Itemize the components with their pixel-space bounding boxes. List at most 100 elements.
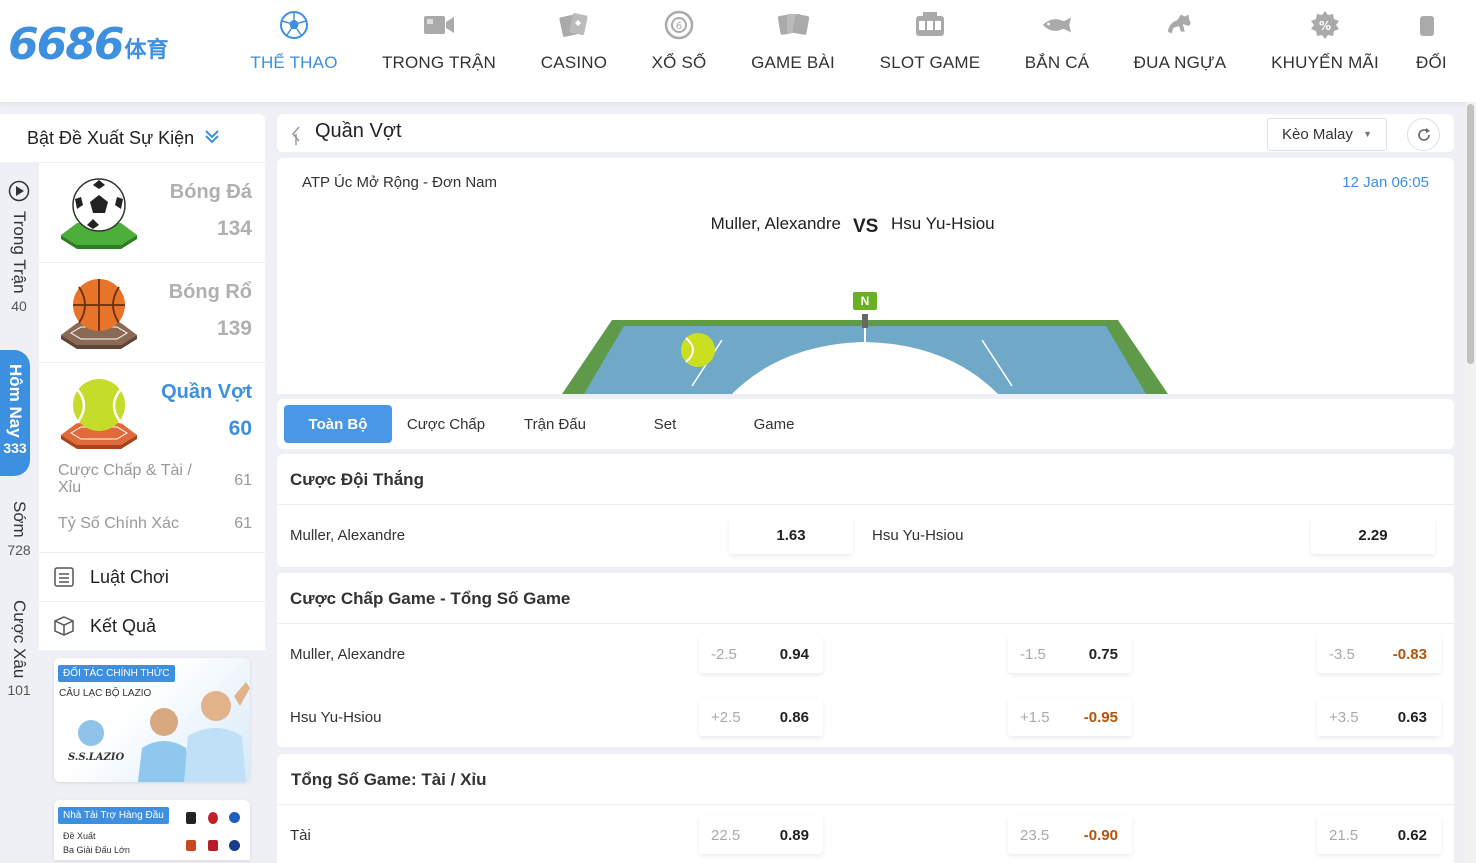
nav-label: XỔ SỐ (651, 53, 707, 72)
sport-item-quan-vot[interactable]: Quần Vợt 60 (39, 363, 265, 462)
rail-label: Hôm Nay (6, 364, 25, 438)
suggest-label: Bật Đề Xuất Sự Kiện (27, 127, 195, 148)
nav-label: THỂ THAO (250, 53, 338, 72)
nav-khuyen-mai[interactable]: % KHUYẾN MÃI (1248, 0, 1402, 102)
sport-count: 134 (216, 217, 252, 240)
document-icon (52, 565, 76, 589)
club-crest-icon (229, 840, 240, 851)
odds-button[interactable]: 23.5 -0.90 (1008, 816, 1132, 854)
odds-button[interactable]: 2.29 (1311, 516, 1435, 554)
odd-value: -0.95 (1083, 708, 1118, 726)
odds-button[interactable]: 21.5 0.62 (1317, 816, 1441, 854)
rail-item-early[interactable]: Sớm 728 (0, 501, 38, 558)
odd-value: 2.29 (1358, 526, 1388, 544)
rail-item-parlay[interactable]: Cược Xâu 101 (0, 600, 38, 698)
sponsor-banner[interactable]: Nhà Tài Trợ Hàng Đầu Đề Xuất Ba Giải Đấu… (54, 800, 250, 860)
sport-title-bar: Quần Vợt Kèo Malay ▼ (277, 114, 1454, 152)
soccer-ball-icon (57, 173, 141, 251)
divider (277, 804, 1454, 805)
nav-dua-ngua[interactable]: ĐUA NGỰA (1112, 0, 1248, 102)
odds-button[interactable]: 22.5 0.89 (699, 816, 823, 854)
odds-button[interactable]: 1.63 (729, 516, 853, 554)
rail-item-today[interactable]: Hôm Nay 333 (0, 350, 30, 476)
tab-handicap[interactable]: Cược Chấp (399, 405, 493, 443)
odds-button[interactable]: -3.5 -0.83 (1317, 635, 1441, 673)
tab-set[interactable]: Set (637, 405, 693, 443)
odd-value: 0.94 (779, 645, 809, 663)
double-chevron-down-icon (204, 128, 220, 149)
odd-value: -0.90 (1083, 826, 1118, 844)
nav-label: ĐUA NGỰA (1133, 53, 1227, 72)
odds-button[interactable]: +3.5 0.63 (1317, 698, 1441, 736)
sponsor-line1: Đề Xuất (63, 831, 96, 841)
market-title: Cược Chấp Game - Tổng Số Game (290, 589, 571, 608)
lazio-logo-text: S.S.LAZIO (68, 752, 125, 763)
odd-line: +1.5 (1020, 708, 1050, 726)
subitem-label: Tỷ Số Chính Xác (58, 515, 179, 532)
odds-type-select[interactable]: Kèo Malay ▼ (1267, 118, 1387, 151)
caret-down-icon: ▼ (1363, 129, 1372, 139)
suggest-events-toggle[interactable]: Bật Đề Xuất Sự Kiện (0, 114, 265, 162)
sport-item-bong-da[interactable]: Bóng Đá 134 (39, 163, 265, 262)
nav-label: GAME BÀI (751, 53, 835, 72)
sport-item-bong-ro[interactable]: Bóng Rổ 139 (39, 263, 265, 362)
odds-button[interactable]: +1.5 -0.95 (1008, 698, 1132, 736)
row-label: Hsu Yu-Hsiou (872, 527, 964, 544)
rail-count: 333 (3, 439, 27, 456)
nav-xo-so[interactable]: 6 XỔ SỐ (630, 0, 728, 102)
refresh-button[interactable] (1407, 118, 1440, 151)
lazio-partner-banner[interactable]: ĐỐI TÁC CHÍNH THỨC CÂU LẠC BỘ LAZIO S.S.… (54, 658, 250, 782)
tab-match[interactable]: Trận Đấu (513, 405, 597, 443)
nav-slot-game[interactable]: SLOT GAME (858, 0, 1002, 102)
site-logo[interactable]: 6686 体育 (8, 20, 168, 70)
odd-line: -2.5 (711, 645, 737, 663)
rail-item-live[interactable]: Trong Trận 40 (0, 180, 38, 314)
club-crest-icon (186, 840, 196, 851)
club-crest-icon (186, 812, 196, 824)
odd-line: 22.5 (711, 826, 741, 844)
subitem-handicap-over-under[interactable]: Cược Chấp & Tài / Xỉu 61 (39, 462, 265, 514)
subitem-correct-score[interactable]: Tỷ Số Chính Xác 61 (39, 514, 265, 552)
subitem-label: Cược Chấp & Tài / Xỉu (58, 462, 192, 496)
odd-value: 0.62 (1397, 826, 1427, 844)
rules-link[interactable]: Luật Chơi (39, 553, 265, 601)
home-team: Muller, Alexandre (710, 214, 841, 233)
row-label: Muller, Alexandre (290, 527, 406, 544)
period-rail: Trong Trận 40 Hôm Nay 333 Sớm 728 Cược X… (0, 162, 38, 863)
rail-label: Trong Trận (10, 211, 29, 294)
odds-type-value: Kèo Malay (1282, 126, 1353, 143)
odd-line: 21.5 (1329, 826, 1359, 844)
nav-the-thao[interactable]: THỂ THAO (228, 0, 360, 102)
odd-line: -3.5 (1329, 645, 1355, 663)
odd-value: 0.63 (1397, 708, 1427, 726)
odd-value: 0.86 (779, 708, 809, 726)
odds-button[interactable]: -1.5 0.75 (1008, 635, 1132, 673)
results-link[interactable]: Kết Quả (39, 602, 265, 650)
tab-all[interactable]: Toàn Bộ (284, 405, 392, 443)
odds-button[interactable]: -2.5 0.94 (699, 635, 823, 673)
sport-count: 139 (216, 317, 252, 340)
odds-button[interactable]: +2.5 0.86 (699, 698, 823, 736)
nav-game-bai[interactable]: GAME BÀI (728, 0, 858, 102)
partner-icon (1416, 9, 1448, 41)
fish-icon (1041, 9, 1073, 41)
nav-doi[interactable]: ĐỐI (1402, 0, 1468, 102)
nav-ban-ca[interactable]: BẮN CÁ (1002, 0, 1112, 102)
nav-label: SLOT GAME (879, 53, 981, 72)
odd-value: 0.75 (1088, 645, 1118, 663)
nav-trong-tran[interactable]: TRONG TRẬN (360, 0, 518, 102)
odd-value: 0.89 (779, 826, 809, 844)
row-label: Tài (290, 827, 311, 844)
market-title: Tổng Số Game: Tài / Xỉu (291, 770, 487, 789)
odd-line: 23.5 (1020, 826, 1050, 844)
box-icon (52, 614, 76, 638)
odd-line: +2.5 (711, 708, 741, 726)
nav-casino[interactable]: CASINO (518, 0, 630, 102)
back-arrow-icon[interactable] (291, 125, 301, 152)
odd-line: -1.5 (1020, 645, 1046, 663)
tab-game[interactable]: Game (739, 405, 809, 443)
play-circle-icon (8, 180, 30, 207)
scrollbar-thumb[interactable] (1467, 104, 1474, 364)
rail-count: 101 (7, 682, 31, 699)
market-handicap: Cược Chấp Game - Tổng Số Game Muller, Al… (277, 573, 1454, 747)
